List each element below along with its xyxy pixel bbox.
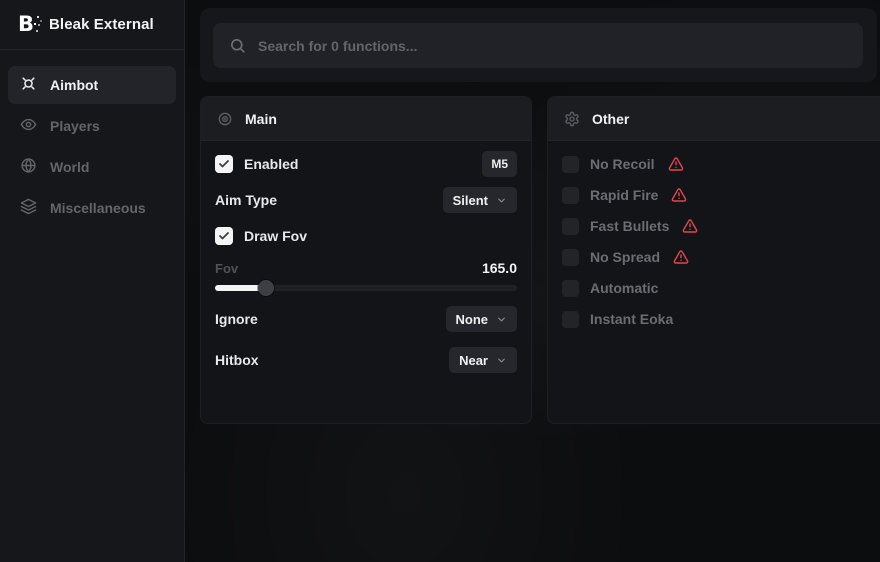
other-feature-row: No Recoil [562,151,880,177]
check-icon [218,230,230,242]
other-feature-row: Automatic [562,275,880,301]
eye-icon [20,116,37,136]
fov-label: Fov [215,261,238,276]
chevron-down-icon [496,314,507,325]
other-item-label: No Spread [590,249,660,265]
other-feature-row: No Spread [562,244,880,270]
fov-header: Fov 165.0 [215,261,517,275]
crosshair-icon [20,75,37,95]
sidebar-item-miscellaneous[interactable]: Miscellaneous [8,189,176,227]
check-icon [218,158,230,170]
fov-slider[interactable] [215,281,517,295]
warning-icon [668,156,684,172]
aim-type-label: Aim Type [215,192,277,208]
hitbox-label: Hitbox [215,352,259,368]
main-panel-body: Enabled M5 Aim Type Silent Draw Fov Fov … [201,141,531,373]
target-icon [217,111,233,127]
other-feature-row: Rapid Fire [562,182,880,208]
warning-icon [673,249,689,265]
feature-checkbox[interactable] [562,187,579,204]
other-item-label: Fast Bullets [590,218,669,234]
other-item-label: Instant Eoka [590,311,673,327]
other-panel-body: No Recoil Rapid Fire Fast Bullets [548,141,880,332]
draw-fov-checkbox[interactable] [215,227,233,245]
app-logo-icon: B [14,13,38,37]
main-panel-header: Main [201,97,531,141]
warning-icon [671,187,687,203]
feature-checkbox[interactable] [562,280,579,297]
sidebar-item-label: Aimbot [50,77,98,93]
other-feature-row: Fast Bullets [562,213,880,239]
app-title: Bleak External [49,16,154,33]
search-box[interactable] [213,23,863,68]
sidebar-nav: Aimbot Players World Mi [0,50,184,227]
sidebar-item-aimbot[interactable]: Aimbot [8,66,176,104]
feature-checkbox[interactable] [562,218,579,235]
logo-pixel-dissolve [34,23,36,25]
enabled-row: Enabled M5 [215,151,517,177]
hitbox-row: Hitbox Near [215,347,517,373]
logo-letter: B [18,14,34,35]
aim-type-dropdown[interactable]: Silent [443,187,517,213]
other-item-label: Automatic [590,280,658,296]
aim-type-value: Silent [453,193,488,208]
sidebar: B Bleak External Aimbot Players [0,0,185,562]
fov-value: 165.0 [482,260,517,276]
other-item-label: No Recoil [590,156,655,172]
sidebar-item-label: Players [50,118,100,134]
fov-slider-thumb[interactable] [258,280,274,296]
search-panel [200,8,877,82]
warning-icon [682,218,698,234]
ignore-value: None [456,312,489,327]
sidebar-item-world[interactable]: World [8,148,176,186]
other-panel-title: Other [592,111,629,127]
other-feature-row: Instant Eoka [562,306,880,332]
search-icon [229,37,246,54]
other-item-label: Rapid Fire [590,187,658,203]
search-input[interactable] [258,38,847,54]
gear-icon [564,111,580,127]
draw-fov-row: Draw Fov [215,223,517,249]
sidebar-item-label: World [50,159,89,175]
feature-checkbox[interactable] [562,249,579,266]
chevron-down-icon [496,355,507,366]
enabled-label: Enabled [244,156,298,172]
sidebar-item-players[interactable]: Players [8,107,176,145]
main-panel-title: Main [245,111,277,127]
main-panel: Main Enabled M5 Aim Type Silent [200,96,532,424]
sidebar-item-label: Miscellaneous [50,200,146,216]
feature-checkbox[interactable] [562,156,579,173]
app-window: { "app": { "title": "Bleak External", "l… [0,0,880,562]
layers-icon [20,198,37,218]
ignore-row: Ignore None [215,306,517,332]
aim-type-row: Aim Type Silent [215,187,517,213]
ignore-label: Ignore [215,311,258,327]
ignore-dropdown[interactable]: None [446,306,518,332]
enabled-checkbox[interactable] [215,155,233,173]
feature-checkbox[interactable] [562,311,579,328]
hitbox-dropdown[interactable]: Near [449,347,517,373]
other-panel-header: Other [548,97,880,141]
draw-fov-label: Draw Fov [244,228,307,244]
enabled-keybind-button[interactable]: M5 [482,151,517,177]
globe-icon [20,157,37,177]
other-panel: Other No Recoil Rapid Fire Fas [547,96,880,424]
chevron-down-icon [496,195,507,206]
app-brand: B Bleak External [0,0,184,50]
hitbox-value: Near [459,353,488,368]
